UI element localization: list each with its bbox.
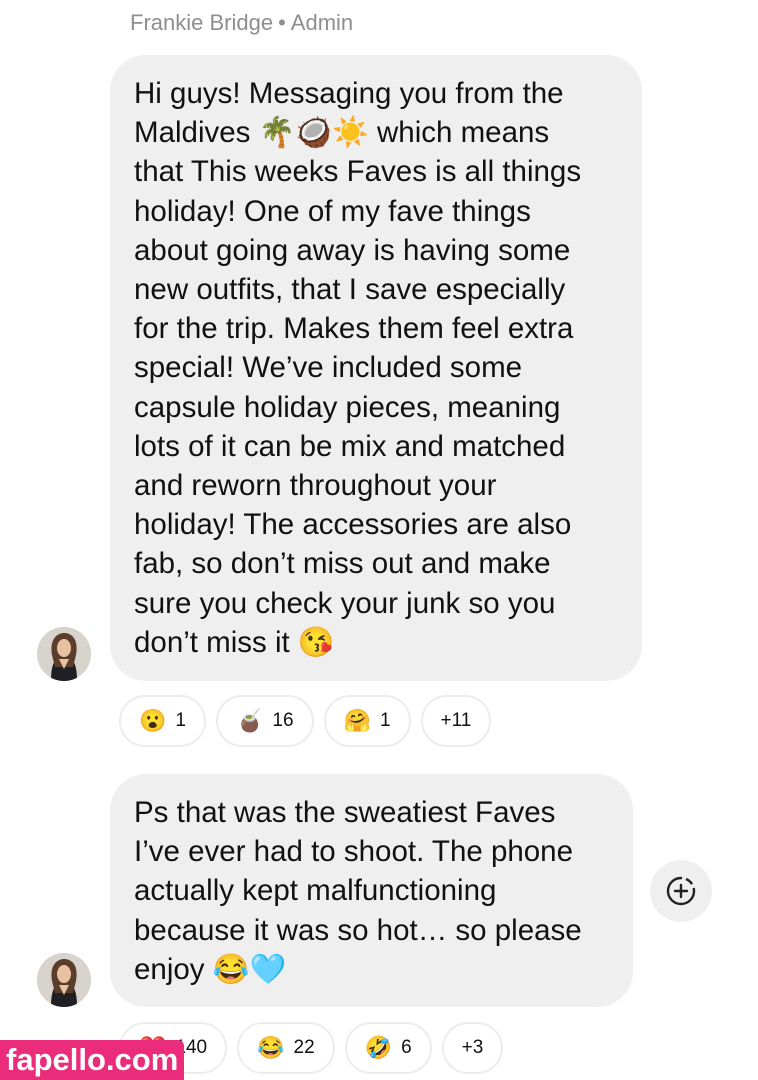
reaction-count: 6 <box>401 1037 412 1058</box>
reaction-count: 22 <box>293 1037 315 1058</box>
avatar-image <box>37 627 91 681</box>
reaction-emoji: 😮 <box>139 708 167 733</box>
reaction-pill[interactable]: 😮 1 <box>119 695 206 747</box>
sender-name[interactable]: Frankie Bridge <box>130 10 273 35</box>
add-reaction-button[interactable] <box>650 860 712 922</box>
add-reaction-icon <box>666 876 696 906</box>
reaction-emoji: 😂 <box>257 1035 285 1060</box>
reaction-count: 1 <box>379 710 391 731</box>
separator-dot: • <box>278 10 286 35</box>
message-text: Hi guys! Messaging you from the Maldives… <box>134 77 582 659</box>
sender-role: Admin <box>290 10 354 35</box>
more-reactions-pill[interactable]: +3 <box>441 1022 504 1074</box>
message-text: Ps that was the sweatiest Faves I’ve eve… <box>134 796 582 986</box>
sender-header: Frankie Bridge • Admin <box>130 10 353 36</box>
message-bubble[interactable]: Hi guys! Messaging you from the Maldives… <box>110 55 642 681</box>
reaction-pill[interactable]: 🤣 6 <box>344 1022 432 1074</box>
reaction-pill[interactable]: 🤗 1 <box>323 695 411 747</box>
reaction-count: 16 <box>272 710 294 731</box>
reaction-emoji: 🤗 <box>343 708 371 733</box>
avatar-image <box>37 953 91 1007</box>
reactions-row: 😮 1 🧉 16 🤗 1 +11 <box>119 695 492 747</box>
message-bubble[interactable]: Ps that was the sweatiest Faves I’ve eve… <box>110 774 633 1007</box>
reaction-emoji: 🧉 <box>235 708 264 733</box>
reaction-count: 1 <box>175 710 186 731</box>
reaction-pill[interactable]: 🧉 16 <box>215 695 314 747</box>
more-reactions-pill[interactable]: +11 <box>420 695 492 747</box>
reaction-count: +3 <box>461 1037 484 1058</box>
reaction-emoji: 🤣 <box>364 1035 393 1060</box>
watermark-label: fapello.com <box>0 1040 185 1080</box>
reaction-pill[interactable]: 😂 22 <box>237 1022 335 1074</box>
reaction-count: +11 <box>440 710 472 731</box>
sender-avatar[interactable] <box>37 953 91 1007</box>
sender-avatar[interactable] <box>37 627 91 681</box>
